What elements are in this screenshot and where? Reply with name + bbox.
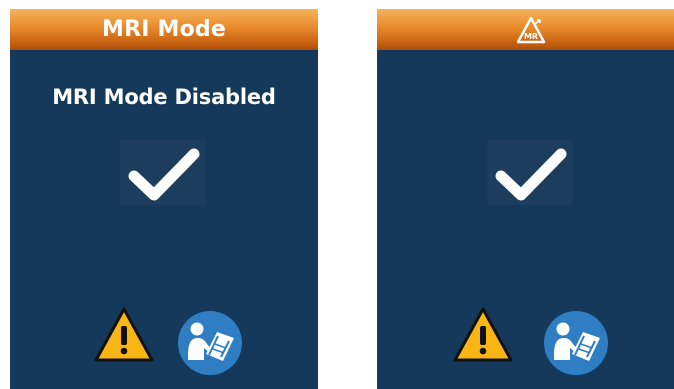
header-bar: MR bbox=[377, 9, 674, 50]
consult-manual-icon bbox=[178, 311, 242, 375]
header-bar: MRI Mode bbox=[10, 9, 318, 50]
device-screen-right: MR bbox=[377, 9, 674, 389]
checkmark-icon bbox=[120, 140, 206, 205]
mr-label: MR bbox=[524, 32, 538, 41]
warning-icon bbox=[453, 307, 513, 362]
header-title: MRI Mode bbox=[102, 17, 226, 42]
consult-manual-icon bbox=[544, 311, 608, 375]
checkmark-icon bbox=[487, 140, 573, 205]
status-message: MRI Mode Disabled bbox=[52, 85, 276, 109]
device-screen-left: MRI Mode MRI Mode Disabled bbox=[10, 9, 318, 389]
mr-conditional-icon: MR bbox=[516, 16, 546, 43]
warning-icon bbox=[94, 307, 154, 362]
